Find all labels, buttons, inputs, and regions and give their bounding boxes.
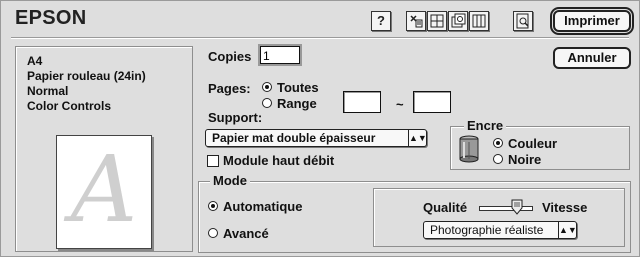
pages-label: Pages: (208, 81, 251, 96)
summary-media: Papier rouleau (24in) (27, 69, 146, 83)
speed-label: Vitesse (542, 200, 588, 215)
ink-cartridge-icon (459, 135, 479, 163)
layout-icon (430, 14, 444, 28)
help-button[interactable]: ? (371, 11, 391, 31)
popup-arrows-icon: ▲▼ (558, 222, 577, 238)
header-divider (11, 37, 629, 39)
preview-letter: A (70, 136, 138, 243)
ink-black-radio[interactable] (493, 154, 503, 164)
support-select[interactable]: Papier mat double épaisseur ▲▼ (205, 129, 427, 147)
ink-colour-radio[interactable] (493, 138, 503, 148)
ink-group-label: Encre (464, 118, 507, 133)
layout-button[interactable] (427, 11, 447, 31)
save-settings-icon (472, 14, 486, 28)
preview-icon (516, 13, 529, 29)
utility-button[interactable] (406, 11, 426, 31)
support-select-value: Papier mat double épaisseur (212, 131, 376, 145)
dialog-title: EPSON (15, 7, 87, 29)
utility-icon (410, 15, 423, 28)
background-icon (451, 13, 466, 28)
save-settings-button[interactable] (469, 11, 489, 31)
mode-advanced-radio[interactable] (208, 228, 218, 238)
summary-paper-size: A4 (27, 54, 43, 68)
print-button[interactable]: Imprimer (553, 10, 631, 32)
range-separator: ~ (396, 97, 404, 112)
cancel-button[interactable]: Annuler (553, 47, 631, 69)
copies-input[interactable]: 1 (260, 46, 300, 64)
support-label: Support: (208, 110, 263, 125)
background-button[interactable] (448, 11, 468, 31)
range-to-input[interactable] (413, 91, 451, 113)
copies-label: Copies (208, 49, 252, 64)
mode-preset-value: Photographie réaliste (430, 223, 544, 237)
page-preview: A (56, 135, 152, 249)
summary-color: Color Controls (27, 99, 111, 113)
pages-all-radio[interactable] (262, 82, 272, 92)
quality-speed-slider[interactable] (479, 199, 533, 215)
fast-module-checkbox[interactable] (207, 155, 219, 167)
mode-advanced-label: Avancé (223, 226, 269, 241)
ink-black-label: Noire (508, 152, 542, 167)
mode-preset-select[interactable]: Photographie réaliste ▲▼ (423, 221, 577, 239)
preview-button[interactable] (513, 11, 533, 31)
slider-track (479, 206, 533, 211)
pages-range-radio[interactable] (262, 98, 272, 108)
slider-thumb[interactable] (511, 199, 523, 215)
pages-range-label: Range (277, 96, 317, 111)
mode-auto-label: Automatique (223, 199, 303, 214)
mode-group-label: Mode (210, 173, 250, 188)
summary-quality: Normal (27, 84, 69, 98)
range-from-input[interactable] (343, 91, 381, 113)
fast-module-label: Module haut débit (223, 153, 335, 168)
print-dialog: EPSON ? Imprimer Annuler A4 Papier roule… (0, 0, 640, 257)
mode-auto-radio[interactable] (208, 201, 218, 211)
ink-colour-label: Couleur (508, 136, 558, 151)
quality-label: Qualité (423, 200, 468, 215)
popup-arrows-icon: ▲▼ (408, 130, 427, 146)
pages-all-label: Toutes (277, 80, 319, 95)
